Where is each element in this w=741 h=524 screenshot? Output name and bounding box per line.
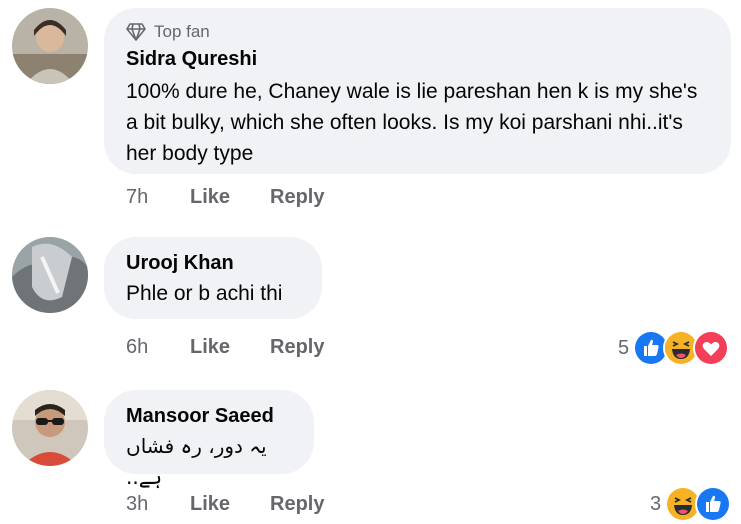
like-button[interactable]: Like [190,336,270,359]
comment-author[interactable]: Urooj Khan [126,250,300,276]
avatar-photo [12,237,88,313]
comment-text: یہ دور، رہ فشاں ہے.. [126,434,267,489]
reaction-count: 5 [618,336,630,359]
comment-author[interactable]: Mansoor Saeed [126,403,292,429]
comment-bubble: Urooj Khan Phle or b achi thi [104,237,322,319]
like-button[interactable]: Like [190,493,270,516]
timestamp[interactable]: 7h [126,186,190,209]
comment-bubble: Top fan Sidra Qureshi 100% dure he, Chan… [104,8,731,174]
timestamp[interactable]: 6h [126,336,190,359]
reaction-count: 3 [650,492,662,515]
avatar[interactable] [12,237,88,313]
like-reaction-icon [695,486,732,522]
love-reaction-icon [693,330,730,366]
reaction-summary[interactable]: 5 [618,330,730,366]
comment-text: 100% dure he, Chaney wale is lie paresha… [126,80,698,165]
reply-button[interactable]: Reply [270,336,324,359]
avatar-photo [12,390,88,466]
reaction-summary[interactable]: 3 [650,486,732,522]
avatar[interactable] [12,8,88,84]
like-button[interactable]: Like [190,186,270,209]
reply-button[interactable]: Reply [270,493,324,516]
reply-button[interactable]: Reply [270,186,324,209]
comment-actions: 6h Like Reply [126,336,324,359]
reaction-icons [633,330,730,366]
comment-actions: 7h Like Reply [126,186,324,209]
avatar-photo [12,8,88,84]
comment-text: Phle or b achi thi [126,282,283,305]
diamond-icon [126,23,146,41]
reaction-icons [665,486,732,522]
comment-actions: 3h Like Reply [126,493,324,516]
timestamp[interactable]: 3h [126,493,190,516]
top-fan-badge: Top fan [126,22,709,42]
comment-bubble: Mansoor Saeed یہ دور، رہ فشاں ہے.. [104,390,314,489]
comment-author[interactable]: Sidra Qureshi [126,46,709,72]
badge-label: Top fan [154,22,210,41]
avatar[interactable] [12,390,88,466]
